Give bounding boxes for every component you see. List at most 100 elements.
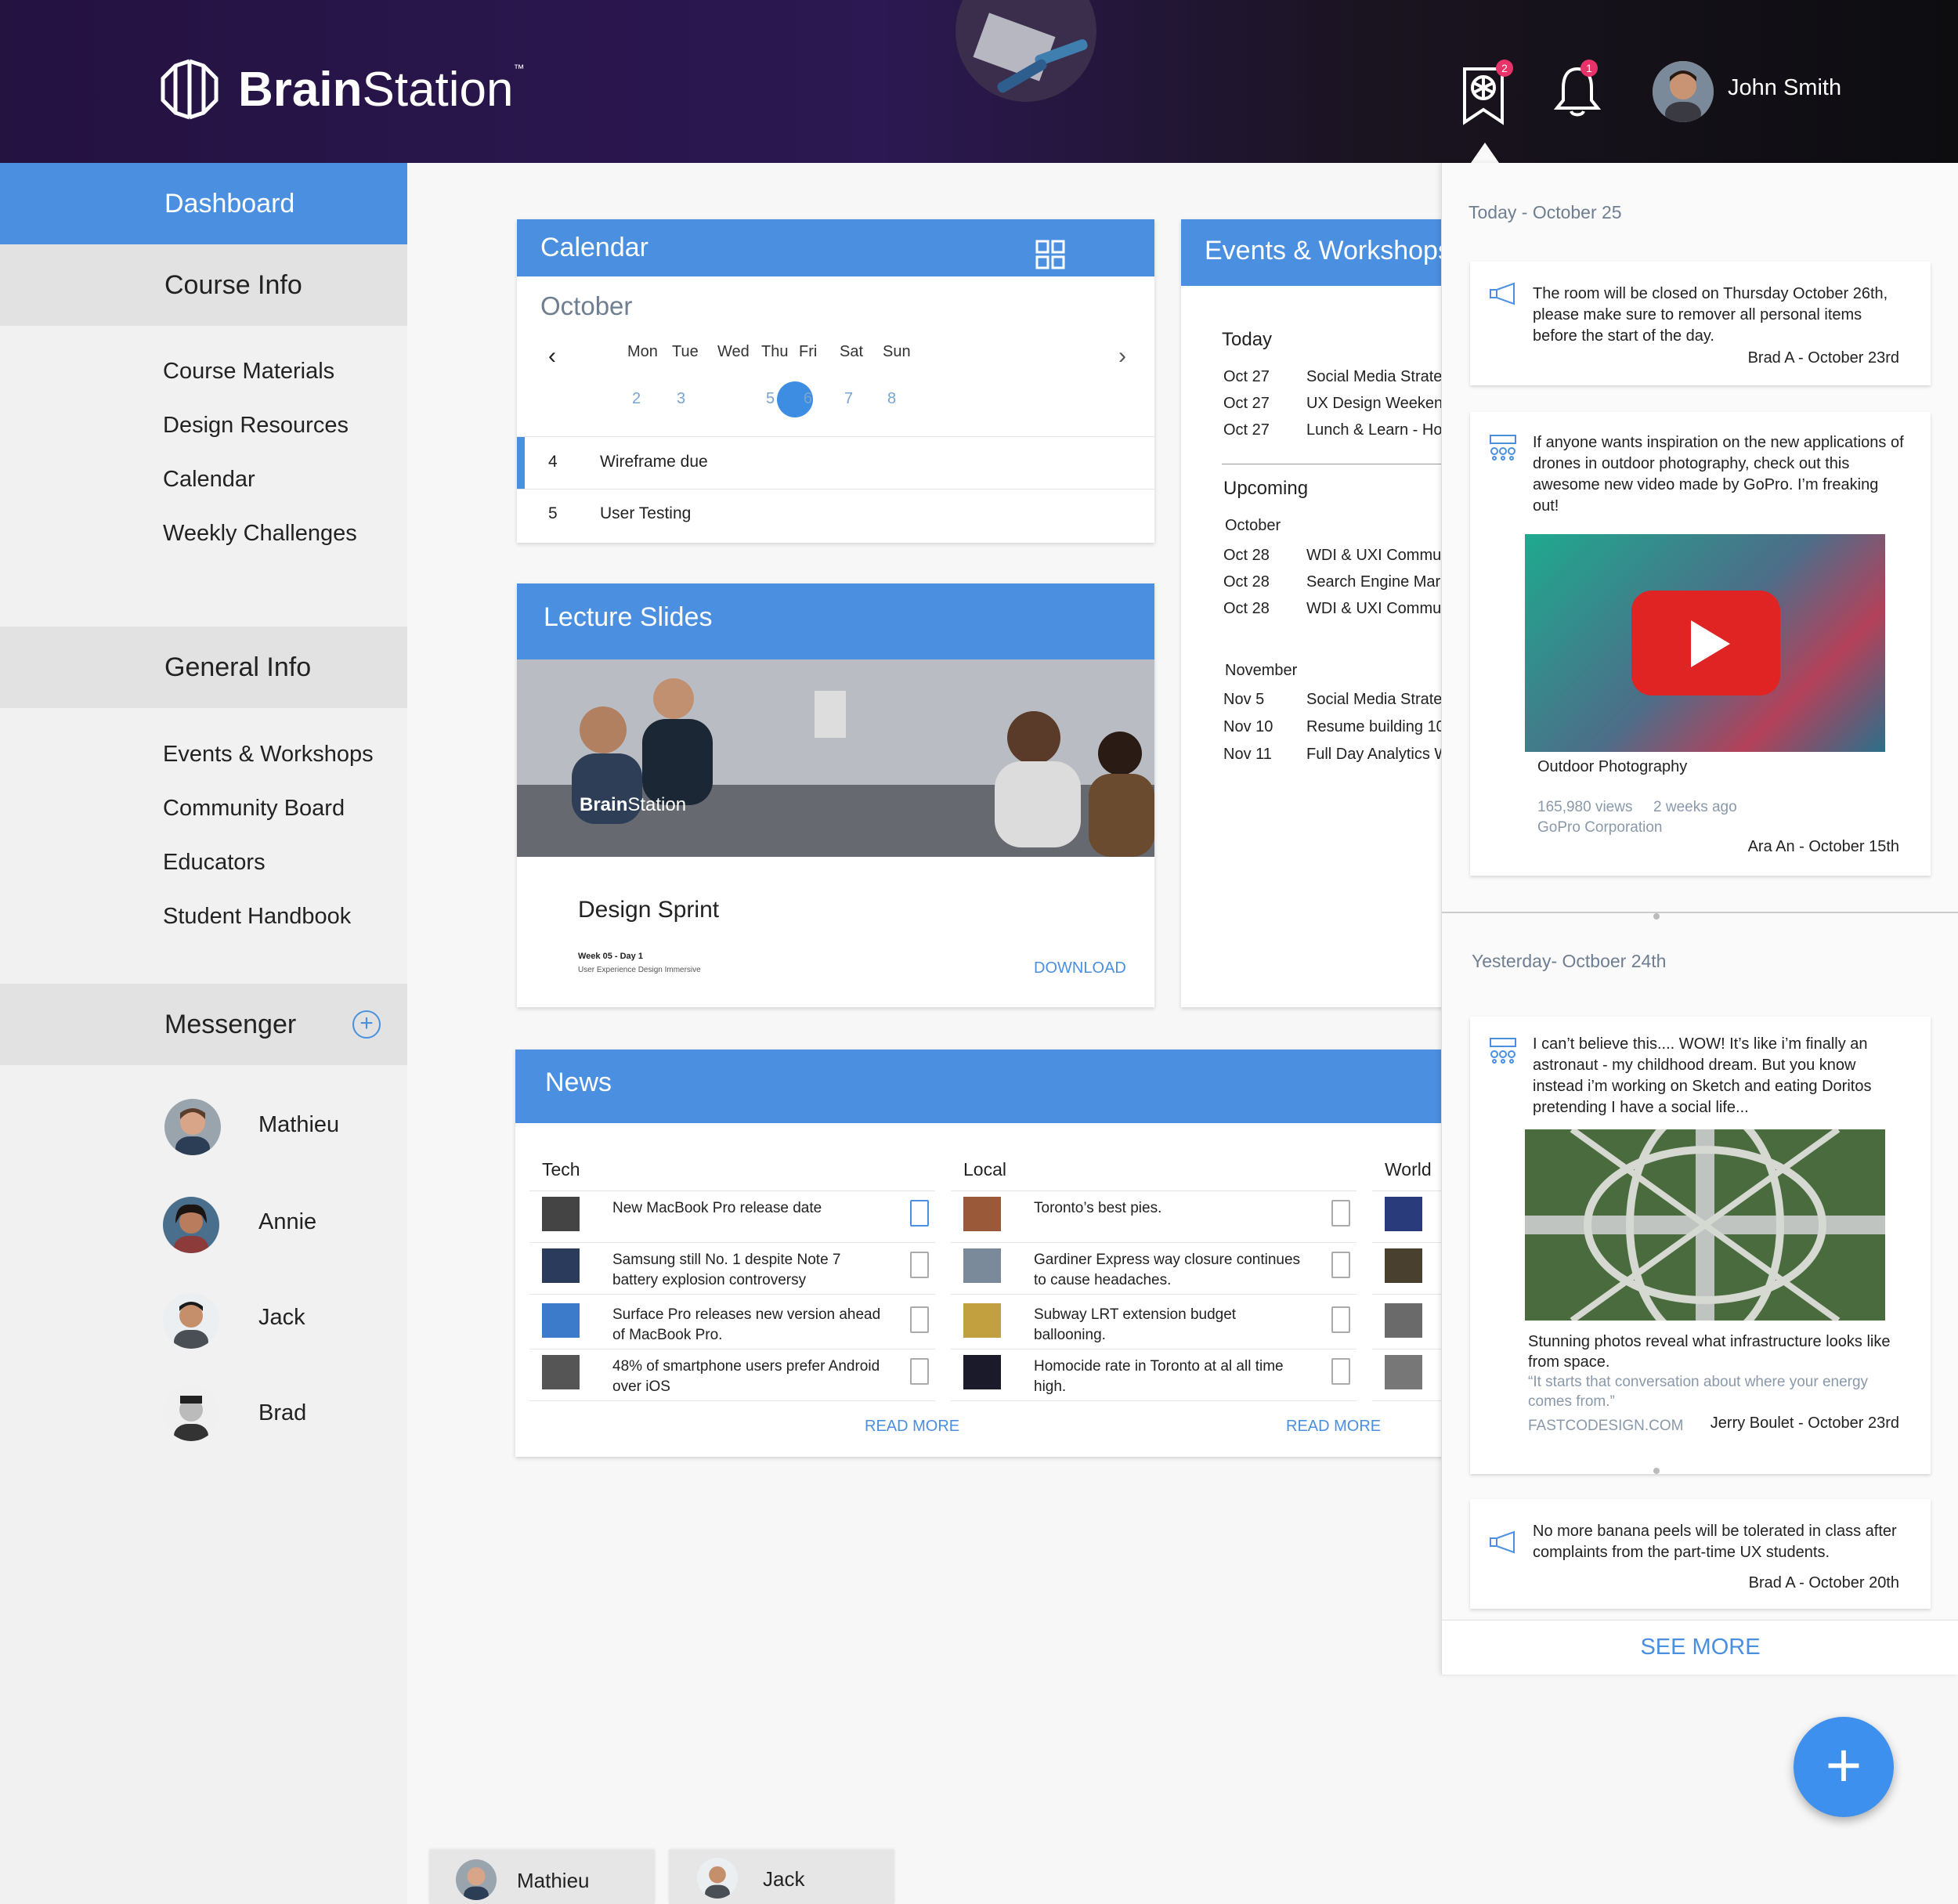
bookmark-icon[interactable] — [1331, 1358, 1350, 1385]
calendar-date[interactable]: 7 — [844, 390, 853, 408]
sidebar-general-info[interactable]: General Info — [0, 627, 407, 708]
news-thumbnail[interactable] — [542, 1355, 580, 1389]
video-thumbnail[interactable] — [1525, 534, 1885, 752]
slides-deck-title[interactable]: Design Sprint — [578, 897, 719, 923]
sidebar-dashboard[interactable]: Dashboard — [0, 163, 407, 244]
read-more-link[interactable]: READ MORE — [1286, 1418, 1381, 1436]
news-thumbnail[interactable] — [542, 1248, 580, 1283]
notification-author: Jerry Boulet - October 23rd — [1710, 1414, 1899, 1432]
event-title[interactable]: WDI & UXI Commun — [1306, 600, 1447, 618]
add-fab-button[interactable]: + — [1794, 1717, 1894, 1817]
bookmark-icon[interactable] — [1331, 1200, 1350, 1227]
notification-item[interactable]: No more banana peels will be tolerated i… — [1470, 1499, 1931, 1609]
sidebar-item-student-handbook[interactable]: Student Handbook — [163, 904, 351, 930]
news-thumbnail[interactable] — [963, 1303, 1001, 1338]
news-headline[interactable]: Surface Pro releases new version ahead o… — [612, 1305, 887, 1346]
lecture-slides-image[interactable]: BrainStation — [517, 659, 1154, 857]
sidebar-item-events-workshops[interactable]: Events & Workshops — [163, 742, 374, 768]
news-thumbnail[interactable] — [1385, 1303, 1422, 1338]
contact-avatar-mathieu[interactable] — [164, 1099, 221, 1155]
news-headline[interactable]: 48% of smartphone users prefer Android o… — [612, 1357, 887, 1397]
sidebar-item-community-board[interactable]: Community Board — [163, 796, 345, 822]
contact-brad[interactable]: Brad — [258, 1400, 306, 1426]
sidebar-item-course-materials[interactable]: Course Materials — [163, 359, 334, 385]
video-title[interactable]: Outdoor Photography — [1537, 758, 1687, 776]
bookmark-icon[interactable] — [910, 1200, 929, 1227]
youtube-play-icon[interactable] — [1631, 591, 1780, 695]
read-more-link[interactable]: READ MORE — [865, 1418, 959, 1436]
calendar-date[interactable]: 8 — [887, 390, 896, 408]
bookmark-icon[interactable] — [910, 1306, 929, 1333]
sidebar-item-weekly-challenges[interactable]: Weekly Challenges — [163, 521, 357, 547]
event-title[interactable]: Resume building 10 — [1306, 718, 1445, 736]
lecture-slides-title: Lecture Slides — [517, 583, 1154, 659]
calendar-event-label[interactable]: User Testing — [600, 504, 691, 523]
calendar-weekday: Sun — [883, 343, 911, 360]
news-headline[interactable]: Toronto’s best pies. — [1034, 1198, 1308, 1219]
bookmark-icon[interactable] — [1331, 1306, 1350, 1333]
sidebar-item-design-resources[interactable]: Design Resources — [163, 413, 349, 439]
news-headline[interactable]: Samsung still No. 1 despite Note 7 batte… — [612, 1250, 887, 1291]
sidebar-item-educators[interactable]: Educators — [163, 850, 266, 876]
contact-avatar-jack[interactable] — [163, 1292, 219, 1349]
notification-item[interactable]: I can’t believe this.... WOW! It’s like … — [1470, 1017, 1931, 1474]
add-conversation-icon[interactable]: + — [352, 1010, 381, 1039]
calendar-next-icon[interactable]: › — [1118, 343, 1126, 370]
bookmark-icon[interactable] — [910, 1252, 929, 1278]
contact-jack[interactable]: Jack — [258, 1305, 305, 1331]
notification-item[interactable]: If anyone wants inspiration on the new a… — [1470, 412, 1931, 876]
bookmark-icon[interactable] — [1331, 1252, 1350, 1278]
brand-logo[interactable]: BrainStation™ — [157, 56, 525, 122]
user-name[interactable]: John Smith — [1728, 75, 1841, 101]
infrastructure-photo[interactable] — [1525, 1129, 1885, 1321]
video-channel[interactable]: GoPro Corporation — [1537, 819, 1662, 836]
contact-mathieu[interactable]: Mathieu — [258, 1112, 339, 1138]
event-title[interactable]: Search Engine Mark — [1306, 573, 1447, 591]
news-thumbnail[interactable] — [963, 1355, 1001, 1389]
event-title[interactable]: Full Day Analytics W — [1306, 746, 1447, 764]
grid-view-icon[interactable] — [1035, 240, 1065, 273]
news-thumbnail[interactable] — [1385, 1197, 1422, 1231]
contact-annie[interactable]: Annie — [258, 1209, 316, 1235]
calendar-date[interactable]: 6 — [804, 390, 812, 408]
notification-item[interactable]: The room will be closed on Thursday Octo… — [1470, 262, 1931, 385]
calendar-date[interactable]: 4 — [735, 390, 743, 408]
news-headline[interactable]: Subway LRT extension budget ballooning. — [1034, 1305, 1308, 1346]
news-thumbnail[interactable] — [542, 1303, 580, 1338]
bookmark-button[interactable]: 2 — [1461, 60, 1513, 128]
news-headline[interactable]: New MacBook Pro release date — [612, 1198, 887, 1219]
calendar-date[interactable]: 3 — [677, 390, 685, 408]
contact-avatar-brad[interactable] — [163, 1385, 219, 1441]
calendar-date[interactable]: 2 — [632, 390, 641, 408]
news-thumbnail[interactable] — [963, 1197, 1001, 1231]
event-title[interactable]: UX Design Weekend — [1306, 395, 1447, 413]
event-title[interactable]: Social Media Strateg — [1306, 368, 1447, 386]
download-button[interactable]: DOWNLOAD — [1034, 959, 1126, 977]
bookmark-icon[interactable] — [910, 1358, 929, 1385]
chat-tab-mathieu[interactable]: Mathieu — [429, 1850, 655, 1904]
notifications-button[interactable]: 1 — [1553, 60, 1602, 128]
news-thumbnail[interactable] — [1385, 1355, 1422, 1389]
news-headline[interactable]: Homocide rate in Toronto at al all time … — [1034, 1357, 1308, 1397]
event-title[interactable]: Lunch & Learn - Ho — [1306, 421, 1442, 439]
slides-image-brand: BrainStation — [580, 794, 687, 815]
event-date: Oct 27 — [1223, 421, 1270, 439]
news-headline[interactable]: Gardiner Express way closure continues t… — [1034, 1250, 1308, 1291]
sidebar-item-calendar[interactable]: Calendar — [163, 467, 255, 493]
calendar-date[interactable]: 5 — [766, 390, 775, 408]
contact-avatar-annie[interactable] — [163, 1197, 219, 1253]
user-avatar[interactable] — [1653, 61, 1714, 122]
calendar-prev-icon[interactable]: ‹ — [548, 343, 556, 370]
sidebar-messenger[interactable]: Messenger — [0, 984, 407, 1065]
link-caption[interactable]: Stunning photos reveal what infrastructu… — [1528, 1331, 1904, 1372]
see-more-button[interactable]: SEE MORE — [1442, 1635, 1958, 1660]
calendar-event-label[interactable]: Wireframe due — [600, 453, 708, 471]
news-thumbnail[interactable] — [542, 1197, 580, 1231]
link-source[interactable]: FASTCODESIGN.COM — [1528, 1418, 1683, 1435]
event-title[interactable]: WDI & UXI Commun — [1306, 547, 1447, 565]
news-thumbnail[interactable] — [963, 1248, 1001, 1283]
event-title[interactable]: Social Media Strateg — [1306, 691, 1447, 709]
chat-tab-jack[interactable]: Jack — [669, 1850, 894, 1904]
news-thumbnail[interactable] — [1385, 1248, 1422, 1283]
sidebar-course-info[interactable]: Course Info — [0, 244, 407, 326]
